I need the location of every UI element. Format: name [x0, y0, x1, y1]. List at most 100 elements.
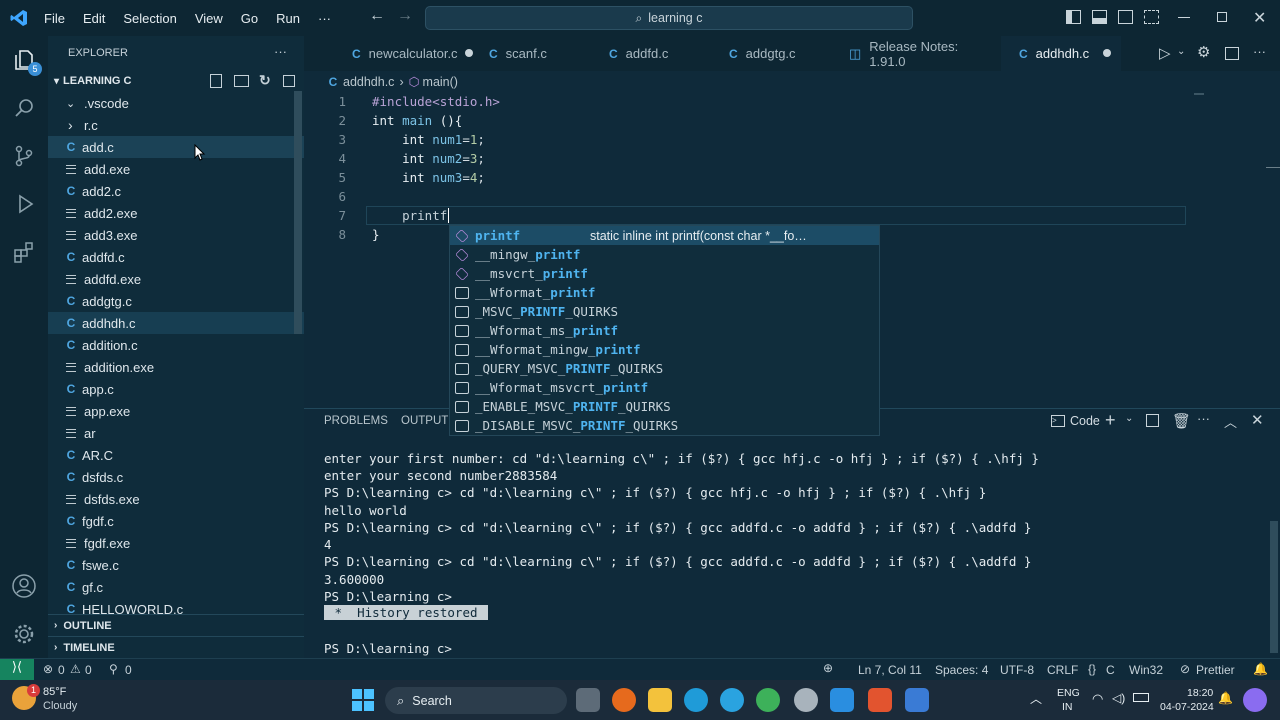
file-tree-item[interactable]: Cfgdf.c [48, 510, 304, 532]
layout-toggle-sidebar-icon[interactable] [1066, 10, 1081, 24]
prettier-status[interactable]: Prettier [1196, 663, 1235, 677]
vscode-taskbar-icon[interactable] [830, 688, 854, 712]
firefox-icon[interactable] [612, 688, 636, 712]
platform[interactable]: Win32 [1129, 663, 1163, 677]
brave-icon[interactable] [868, 688, 892, 712]
file-tree-item[interactable]: Cadd2.c [48, 180, 304, 202]
windows-start-icon[interactable] [352, 689, 374, 711]
language-indicator-1[interactable]: ENG [1057, 687, 1080, 699]
encoding[interactable]: UTF-8 [1000, 663, 1034, 677]
new-terminal-icon[interactable]: + [1105, 410, 1116, 431]
suggestion-item[interactable]: __Wformat_msvcrt_ printf [450, 378, 879, 397]
copilot-icon[interactable] [1243, 688, 1267, 712]
breadcrumb-symbol[interactable]: main() [423, 75, 458, 89]
suggestion-item[interactable]: _MSVC_ PRINTF _QUIRKS [450, 302, 879, 321]
suggestion-item[interactable]: _DISABLE_MSVC_ PRINTF _QUIRKS [450, 416, 879, 435]
ports-count[interactable]: 0 [125, 663, 132, 677]
customize-layout-icon[interactable] [1144, 10, 1159, 24]
chevron-down-icon[interactable]: ⌄ [1177, 46, 1185, 57]
extensions-icon[interactable] [10, 238, 38, 266]
task-view-icon[interactable] [576, 688, 600, 712]
app-icon[interactable] [905, 688, 929, 712]
file-tree-item[interactable]: Cfswe.c [48, 554, 304, 576]
suggestion-item[interactable]: _ENABLE_MSVC_ PRINTF _QUIRKS [450, 397, 879, 416]
telegram-icon[interactable] [720, 688, 744, 712]
clock-time[interactable]: 18:20 [1187, 687, 1213, 699]
menu-go[interactable]: Go [241, 11, 258, 26]
file-tree-item[interactable]: Cgf.c [48, 576, 304, 598]
file-tree-item[interactable]: addfd.exe [48, 268, 304, 290]
terminal-scrollbar[interactable] [1270, 521, 1278, 653]
taskbar-search[interactable]: ⌕ Search [385, 687, 567, 714]
manage-gear-icon[interactable] [10, 620, 38, 648]
error-count[interactable]: 0 [58, 663, 65, 677]
menu-view[interactable]: View [195, 11, 223, 26]
tab-addgtg-c[interactable]: Caddgtg.c [711, 36, 831, 71]
settings-gear-icon[interactable]: ⚙ [1197, 43, 1210, 61]
chrome-icon[interactable] [756, 688, 780, 712]
file-tree-item[interactable]: Cdsfds.c [48, 466, 304, 488]
timeline-section[interactable]: › TIMELINE [48, 636, 304, 658]
file-tree-item[interactable]: Cadd.c [48, 136, 304, 158]
remote-indicator[interactable]: ⟩⟨ [0, 659, 34, 680]
account-icon[interactable] [10, 572, 38, 600]
file-explorer-icon[interactable] [648, 688, 672, 712]
file-tree-item[interactable]: add.exe [48, 158, 304, 180]
breadcrumb-file[interactable]: addhdh.c [343, 75, 394, 89]
file-tree-item[interactable]: ⌄ .vscode [48, 92, 304, 114]
wifi-icon[interactable]: ◠ [1092, 691, 1103, 707]
file-tree-item[interactable]: Caddgtg.c [48, 290, 304, 312]
layout-toggle-secondary-icon[interactable] [1118, 10, 1133, 24]
run-file-icon[interactable]: ▷ [1159, 44, 1171, 62]
end-of-line[interactable]: CRLF [1047, 663, 1078, 677]
edge-icon[interactable] [684, 688, 708, 712]
tab-addfd-c[interactable]: Caddfd.c [591, 36, 711, 71]
more-actions-icon[interactable]: ··· [1253, 44, 1266, 59]
file-tree-item[interactable]: add2.exe [48, 202, 304, 224]
maximize-panel-icon[interactable]: ︿ [1224, 412, 1237, 431]
split-terminal-icon[interactable] [1146, 414, 1159, 427]
close-panel-icon[interactable]: ✕ [1251, 411, 1264, 429]
unsaved-dot-icon[interactable] [1103, 49, 1111, 57]
trash-icon[interactable]: 🗑 [1172, 412, 1191, 430]
close-window-icon[interactable]: ✕ [1253, 8, 1266, 28]
suggestion-item[interactable]: printf static inline int printf(const cha… [450, 226, 879, 245]
explorer-icon[interactable]: 5 [10, 46, 42, 76]
cursor-position[interactable]: Ln 7, Col 11 [858, 663, 922, 677]
command-center-search[interactable]: ⌕ learning c [425, 6, 913, 30]
menu-more[interactable]: ··· [318, 11, 331, 26]
suggestion-item[interactable]: __mingw_ printf [450, 245, 879, 264]
file-tree-item[interactable]: ar [48, 422, 304, 444]
notifications-bell-icon[interactable]: 🔔 [1253, 662, 1268, 676]
menu-run[interactable]: Run [276, 11, 300, 26]
menu-edit[interactable]: Edit [83, 11, 105, 26]
database-icon[interactable] [794, 688, 818, 712]
back-arrow-icon[interactable]: ← [369, 7, 385, 25]
indentation[interactable]: Spaces: 4 [935, 663, 988, 677]
menu-file[interactable]: File [44, 11, 65, 26]
tab-scanf-c[interactable]: Cscanf.c [471, 36, 591, 71]
zoom-icon[interactable]: ⊕ [823, 661, 833, 675]
file-tree-item[interactable]: Caddition.c [48, 334, 304, 356]
file-tree-item[interactable]: addition.exe [48, 356, 304, 378]
suggestion-item[interactable]: __Wformat_ms_ printf [450, 321, 879, 340]
tab-release-notes-1-91-0[interactable]: ◫ Release Notes: 1.91.0 [831, 36, 1001, 71]
suggestion-item[interactable]: __Wformat_mingw_ printf [450, 340, 879, 359]
terminal-name[interactable]: Code [1070, 414, 1100, 428]
suggestion-item[interactable]: __msvcrt_ printf [450, 264, 879, 283]
file-tree-item[interactable]: › r.c [48, 114, 304, 136]
notification-bell-icon[interactable]: 🔔 [1218, 691, 1233, 705]
source-control-icon[interactable] [10, 142, 38, 170]
file-tree-item[interactable]: dsfds.exe [48, 488, 304, 510]
tab-newcalculator-c[interactable]: Cnewcalculator.c [304, 36, 473, 71]
file-tree-item[interactable]: add3.exe [48, 224, 304, 246]
file-tree-item[interactable]: C AR.C [48, 444, 304, 466]
file-tree-item[interactable]: Caddhdh.c [48, 312, 304, 334]
file-tree-item[interactable]: Caddfd.c [48, 246, 304, 268]
tab-output[interactable]: OUTPUT [401, 415, 448, 427]
file-tree-item[interactable]: Capp.c [48, 378, 304, 400]
suggestion-item[interactable]: _QUERY_MSVC_ PRINTF _QUIRKS [450, 359, 879, 378]
more-actions-icon[interactable]: ··· [1197, 411, 1210, 426]
tray-chevron-up-icon[interactable]: ︿ [1030, 690, 1042, 707]
run-debug-icon[interactable] [10, 190, 38, 218]
